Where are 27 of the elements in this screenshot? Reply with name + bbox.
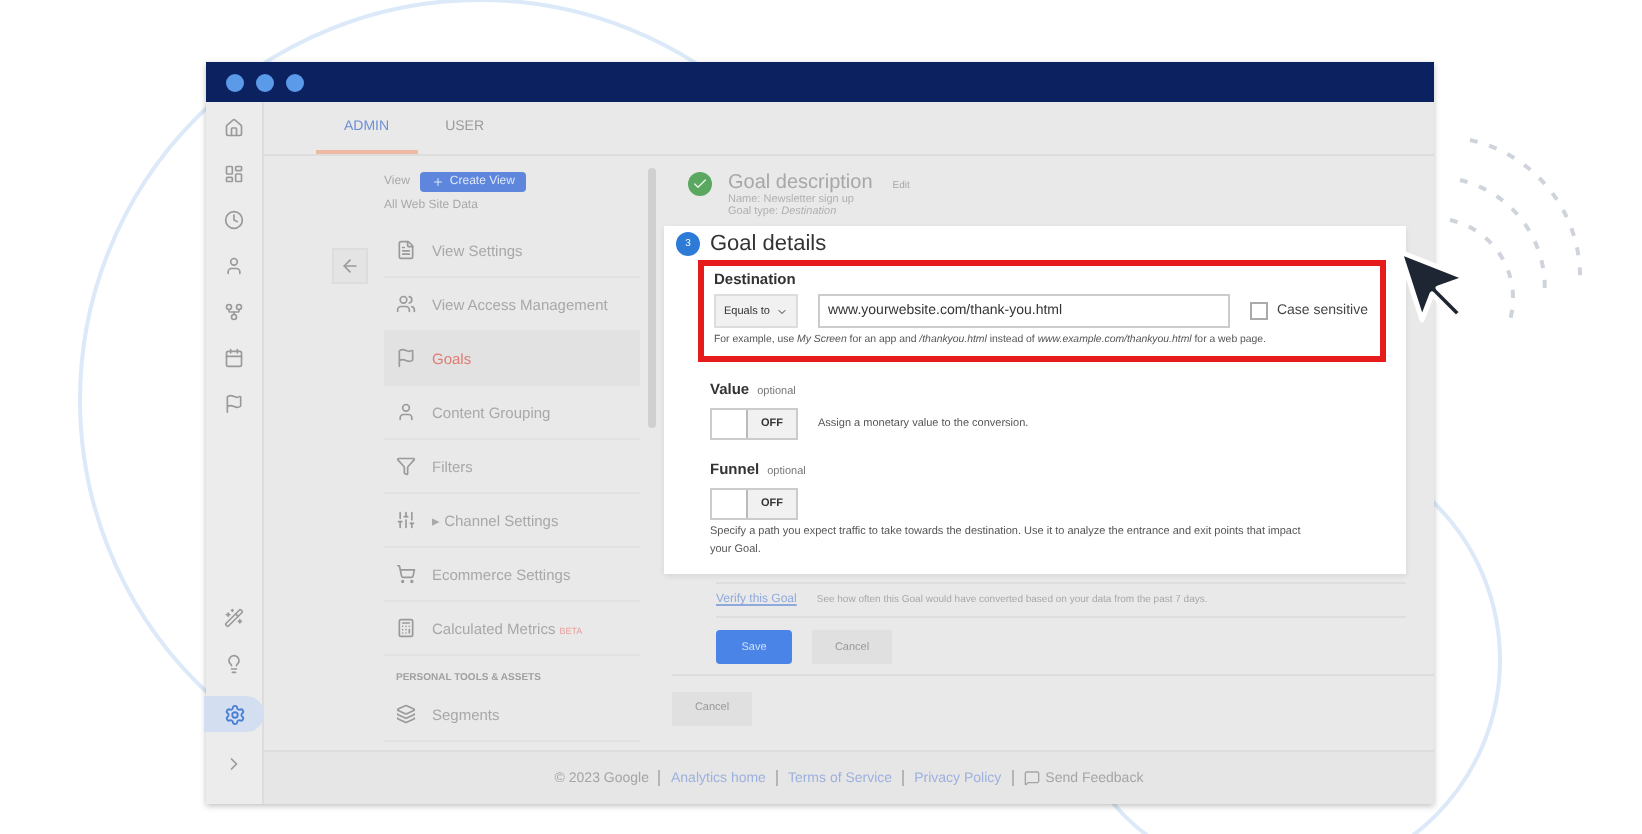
check-circle-icon xyxy=(688,172,712,196)
window-dot-icon xyxy=(226,73,244,91)
caret-icon xyxy=(775,305,788,317)
goal-details-title: Goal details xyxy=(710,232,829,258)
people-icon xyxy=(396,294,416,314)
back-button[interactable] xyxy=(332,248,368,284)
calculator-icon xyxy=(396,618,416,638)
window-dot-icon xyxy=(256,73,274,91)
dashboard-icon[interactable] xyxy=(220,160,248,188)
feedback-icon xyxy=(1023,770,1040,786)
arrow-left-icon xyxy=(340,256,360,276)
plus-icon xyxy=(431,176,444,188)
goal-description-title: Goal description xyxy=(728,172,873,194)
sliders-icon xyxy=(396,510,416,530)
person-icon xyxy=(396,402,416,422)
wand-icon[interactable] xyxy=(220,604,248,632)
calendar-icon[interactable] xyxy=(220,344,248,372)
flag-icon xyxy=(396,348,416,368)
cart-icon xyxy=(396,564,416,584)
settings-icon[interactable] xyxy=(204,696,264,732)
window-dot-icon xyxy=(286,73,304,91)
clock-icon[interactable] xyxy=(220,206,248,234)
document-icon xyxy=(396,240,416,260)
layers-icon xyxy=(396,704,416,724)
filter-icon xyxy=(396,456,416,476)
branch-icon[interactable] xyxy=(220,298,248,326)
home-icon[interactable] xyxy=(220,114,248,142)
